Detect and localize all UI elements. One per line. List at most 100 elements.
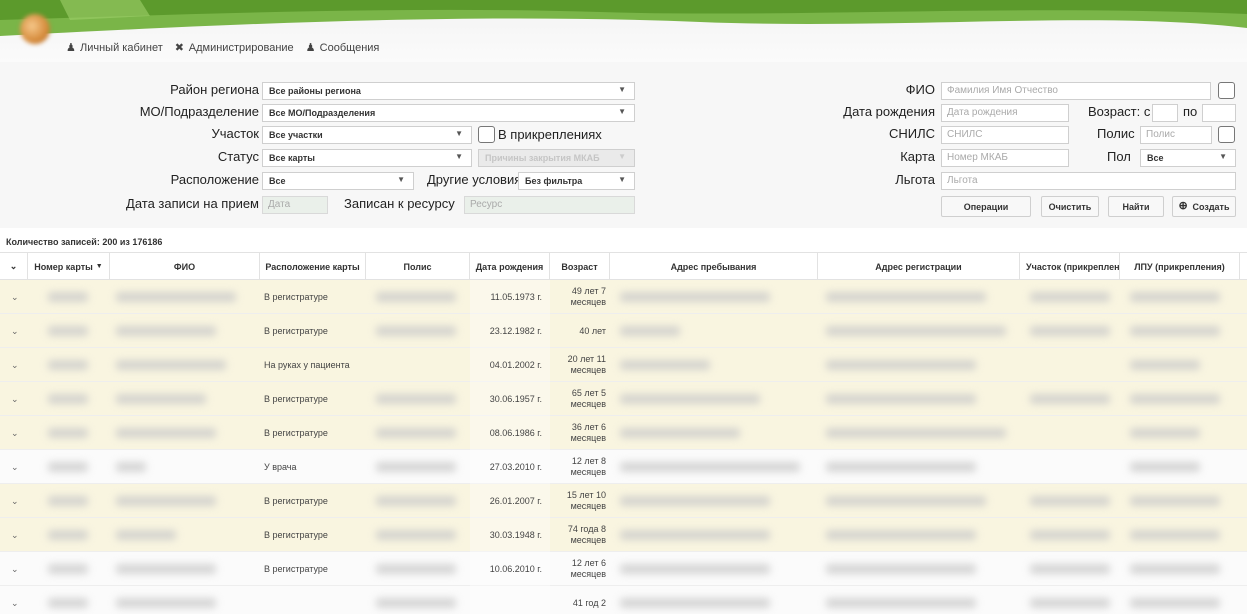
fio-input[interactable]: Фамилия Имя Отчество: [941, 82, 1211, 100]
dob-input[interactable]: Дата рождения: [941, 104, 1069, 122]
other-conditions-select[interactable]: Без фильтра ▼: [518, 172, 635, 190]
age-cell: 65 лет 5 месяцев: [550, 382, 610, 416]
col-stay-address[interactable]: Адрес пребывания: [610, 253, 818, 280]
location-select[interactable]: Все ▼: [262, 172, 414, 190]
polis-input[interactable]: Полис: [1140, 126, 1212, 144]
col-stay-address-label: Адрес пребывания: [670, 261, 757, 272]
redacted-text: [116, 428, 216, 438]
age-line-1: 41 год 2: [572, 597, 606, 608]
age-line-2: месяцев: [570, 569, 606, 579]
table-row[interactable]: ⌄ 41 год 2: [0, 586, 1247, 614]
card-location-cell: У врача: [264, 462, 297, 472]
mo-label: МО/Подразделение: [139, 104, 259, 119]
col-card-number-label: Номер карты: [34, 261, 93, 272]
redacted-text: [1030, 598, 1110, 608]
col-reg-address[interactable]: Адрес регистрации: [818, 253, 1020, 280]
age-to-input[interactable]: [1202, 104, 1236, 122]
redacted-text: [1130, 428, 1200, 438]
fio-label: ФИО: [905, 82, 935, 97]
table-row[interactable]: ⌄ В регистратуре 26.01.2007 г. 15 лет 10 мес…: [0, 484, 1247, 518]
other-conditions-value: Без фильтра: [525, 176, 583, 186]
row-expand-chevron-icon[interactable]: ⌄: [11, 496, 19, 507]
table-row[interactable]: ⌄ В регистратуре 30.06.1957 г. 65 лет 5 меся…: [0, 382, 1247, 416]
resource-label: Записан к ресурсу: [344, 196, 455, 211]
region-select[interactable]: Все районы региона ▼: [262, 82, 635, 100]
nav-personal-cabinet[interactable]: ♟ Личный кабинет: [66, 42, 163, 54]
row-expand-chevron-icon[interactable]: ⌄: [11, 428, 19, 439]
status-select[interactable]: Все карты ▼: [262, 149, 472, 167]
redacted-text: [620, 428, 740, 438]
status-select-value: Все карты: [269, 153, 315, 163]
row-expand-chevron-icon[interactable]: ⌄: [11, 564, 19, 575]
age-line-1: 65 лет 5: [571, 388, 606, 398]
table-row[interactable]: ⌄ В регистратуре 10.06.2010 г. 12 лет 6 меся…: [0, 552, 1247, 586]
operations-button-label: Операции: [963, 201, 1009, 212]
redacted-text: [376, 530, 456, 540]
polis-checkbox[interactable]: [1218, 126, 1235, 143]
find-button[interactable]: Найти: [1108, 196, 1164, 217]
table-row[interactable]: ⌄ У врача 27.03.2010 г. 12 лет 8 месяцев: [0, 450, 1247, 484]
close-reasons-select[interactable]: Причины закрытия МКАБ ▼: [478, 149, 635, 167]
row-expand-chevron-icon[interactable]: ⌄: [11, 326, 19, 337]
redacted-text: [620, 462, 800, 472]
redacted-text: [116, 598, 216, 608]
filter-panel: Район региона Все районы региона ▼ МО/По…: [0, 62, 1247, 228]
dob-cell: 30.03.1948 г.: [489, 530, 542, 540]
card-label: Карта: [900, 149, 935, 164]
row-expand-chevron-icon[interactable]: ⌄: [11, 360, 19, 371]
clear-button[interactable]: Очистить: [1041, 196, 1099, 217]
row-expand-chevron-icon[interactable]: ⌄: [11, 292, 19, 303]
dob-cell: 23.12.1982 г.: [489, 326, 542, 336]
resource-input[interactable]: Ресурс: [464, 196, 635, 214]
col-age[interactable]: Возраст: [550, 253, 610, 280]
user-icon: ♟: [305, 41, 316, 54]
uchastok-select[interactable]: Все участки ▼: [262, 126, 472, 144]
redacted-text: [376, 496, 456, 506]
col-uchastok[interactable]: Участок (прикреплени: [1020, 253, 1120, 280]
row-expand-chevron-icon[interactable]: ⌄: [11, 394, 19, 405]
redacted-text: [48, 530, 88, 540]
table-row[interactable]: ⌄ В регистратуре 11.05.1973 г. 49 лет 7 меся…: [0, 280, 1247, 314]
age-from-input[interactable]: [1152, 104, 1178, 122]
polis-label: Полис: [1097, 126, 1135, 141]
col-card-number[interactable]: Номер карты ▼: [28, 253, 110, 280]
col-location[interactable]: Расположение карты: [260, 253, 366, 280]
age-line-2: месяцев: [570, 399, 606, 409]
col-dob[interactable]: Дата рождения: [470, 253, 550, 280]
col-lpu[interactable]: ЛПУ (прикрепления): [1120, 253, 1240, 280]
expand-all-toggle[interactable]: ⌄: [0, 253, 28, 280]
plus-circle-icon: ⊕: [1178, 200, 1188, 212]
redacted-text: [826, 428, 1006, 438]
create-button[interactable]: ⊕ Создать: [1172, 196, 1236, 217]
table-row[interactable]: ⌄ На руках у пациента 04.01.2002 г. 20 лет …: [0, 348, 1247, 382]
record-date-input[interactable]: Дата: [262, 196, 328, 214]
table-row[interactable]: ⌄ В регистратуре 23.12.1982 г. 40 лет: [0, 314, 1247, 348]
age-line-1: 20 лет 11: [567, 354, 606, 364]
redacted-text: [48, 292, 88, 302]
sex-select[interactable]: Все ▼: [1140, 149, 1236, 167]
card-input[interactable]: Номер МКАБ: [941, 149, 1069, 167]
nav-administration[interactable]: ✖ Администрирование: [175, 42, 294, 54]
fio-checkbox[interactable]: [1218, 82, 1235, 99]
nav-messages[interactable]: ♟ Сообщения: [306, 42, 380, 54]
row-expand-chevron-icon[interactable]: ⌄: [11, 530, 19, 541]
age-line-2: месяцев: [570, 501, 606, 511]
row-expand-chevron-icon[interactable]: ⌄: [11, 462, 19, 473]
attached-checkbox[interactable]: [478, 126, 495, 143]
row-expand-chevron-icon[interactable]: ⌄: [11, 598, 19, 609]
age-line-2: месяцев: [570, 535, 606, 545]
mo-select[interactable]: Все МО/Подразделения ▼: [262, 104, 635, 122]
lgota-input[interactable]: Льгота: [941, 172, 1236, 190]
table-header: ⌄ Номер карты ▼ ФИО Расположение карты П…: [0, 252, 1247, 280]
col-polis[interactable]: Полис: [366, 253, 470, 280]
table-row[interactable]: ⌄ В регистратуре 30.03.1948 г. 74 года 8 мес…: [0, 518, 1247, 552]
card-location-cell: В регистратуре: [264, 292, 328, 302]
table-row[interactable]: ⌄ В регистратуре 08.06.1986 г. 36 лет 6 меся…: [0, 416, 1247, 450]
col-fio[interactable]: ФИО: [110, 253, 260, 280]
operations-button[interactable]: Операции: [941, 196, 1031, 217]
redacted-text: [620, 598, 770, 608]
records-count: Количество записей: 200 из 176186: [6, 237, 163, 247]
age-to-label: по: [1183, 104, 1198, 119]
snils-input[interactable]: СНИЛС: [941, 126, 1069, 144]
chevron-down-icon: ▼: [618, 85, 626, 94]
